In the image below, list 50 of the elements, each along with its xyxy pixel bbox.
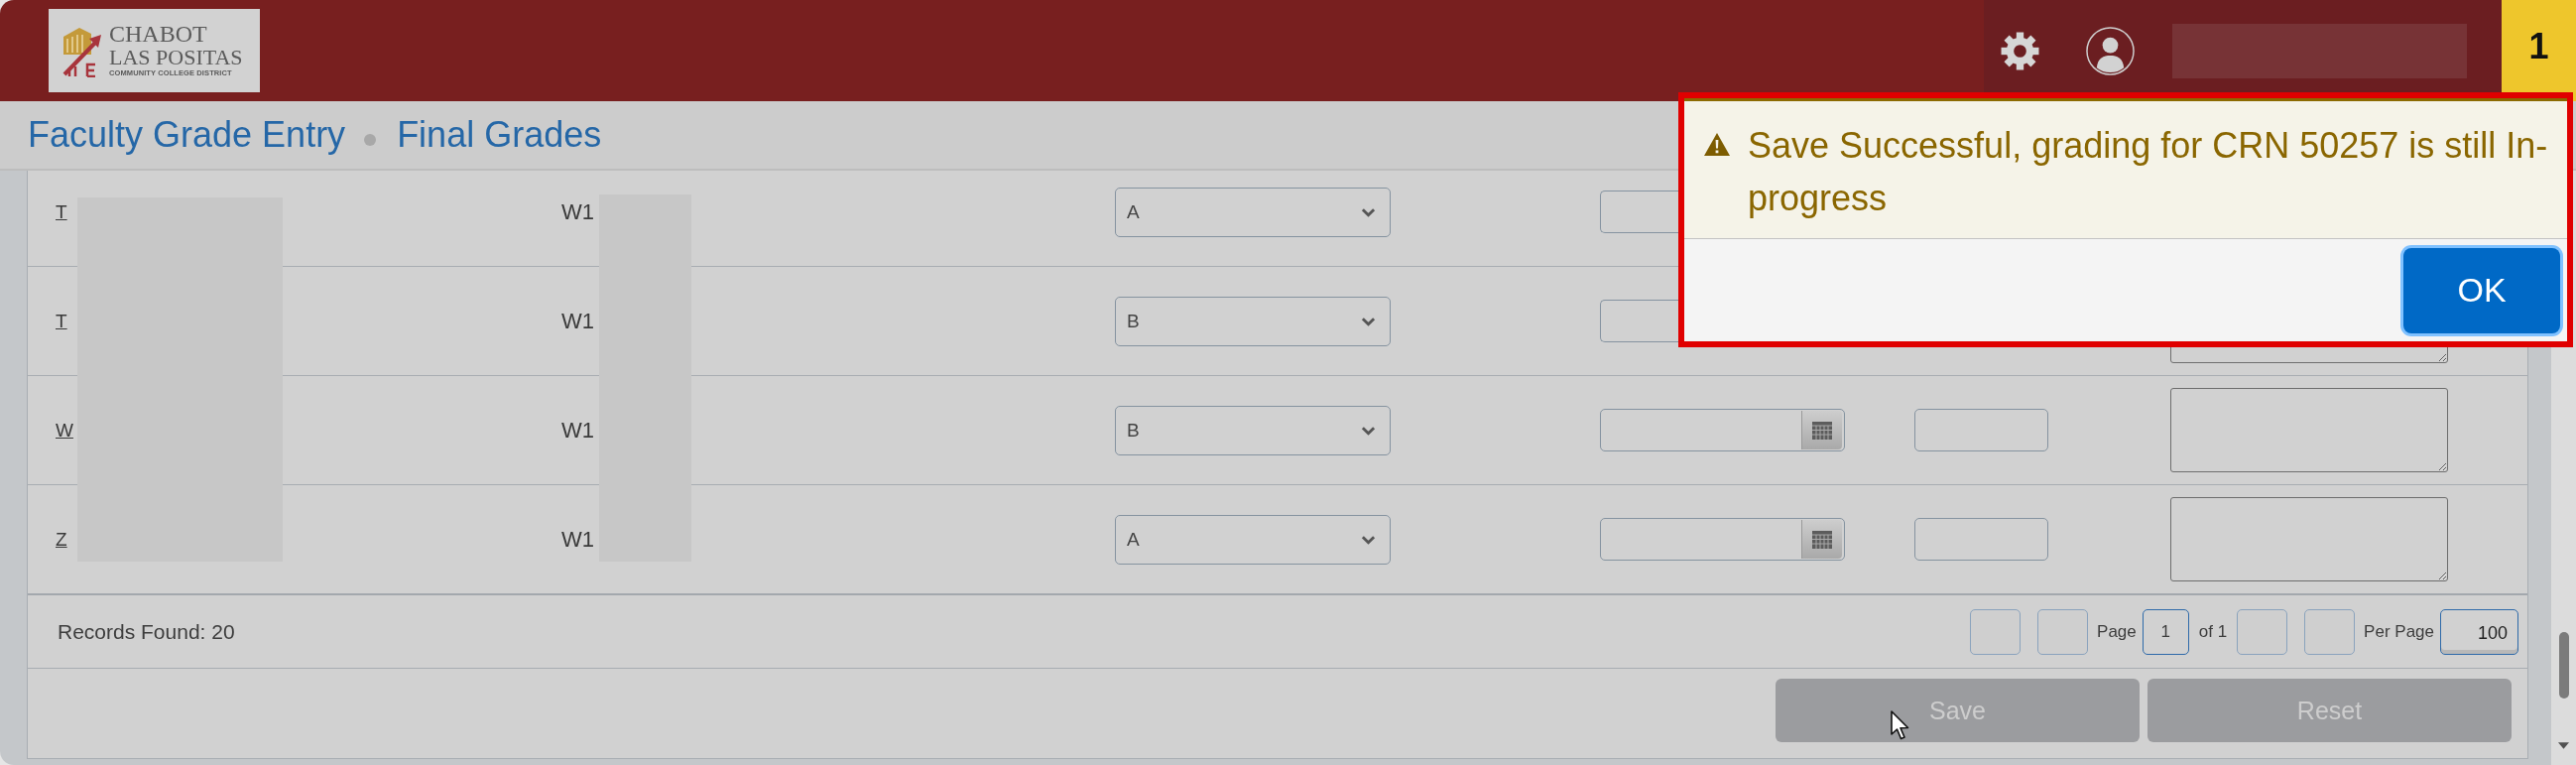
calendar-button[interactable] (1801, 520, 1842, 559)
comment-field[interactable] (2170, 497, 2448, 581)
scroll-down-arrow-icon[interactable] (2558, 742, 2569, 749)
student-id: W1 (561, 198, 594, 225)
grade-dropdown[interactable]: B (1115, 296, 1391, 346)
chevron-down-icon (1361, 425, 1376, 436)
student-name-link[interactable]: Z (56, 528, 67, 551)
page-number-field[interactable]: 1 (2142, 608, 2189, 655)
date-field[interactable] (1600, 409, 1845, 451)
per-page-field[interactable]: 100 (2440, 608, 2518, 655)
grade-dropdown[interactable]: A (1115, 187, 1391, 237)
logo-text: LAS POSITAS (109, 46, 243, 68)
chevron-down-icon (1361, 534, 1376, 545)
student-name-link[interactable]: T (56, 200, 67, 223)
notification-badge[interactable]: 1 (2502, 0, 2576, 101)
grade-dropdown[interactable]: A (1115, 514, 1391, 565)
records-count: Records Found: 20 (58, 619, 235, 644)
logo-text: CHABOT (109, 23, 208, 46)
page-label: Page (2097, 621, 2137, 642)
page-button[interactable] (2037, 608, 2089, 655)
calendar-button[interactable] (1801, 411, 1842, 449)
page-button[interactable] (2304, 608, 2356, 655)
breadcrumb-link[interactable]: Final Grades (397, 114, 602, 156)
separator-dot-icon (364, 134, 377, 146)
text-field[interactable] (1914, 409, 2048, 451)
comment-field[interactable] (2170, 388, 2448, 472)
mouse-cursor-icon (1891, 710, 1910, 740)
page-button[interactable] (1970, 608, 2022, 655)
warning-icon (1704, 133, 1730, 156)
student-id: W1 (561, 417, 594, 444)
student-id: W1 (561, 308, 594, 334)
breadcrumb-link[interactable]: Faculty Grade Entry (28, 114, 346, 156)
chevron-down-icon (1361, 316, 1376, 326)
ok-button[interactable]: OK (2403, 247, 2560, 333)
text-field[interactable] (1914, 518, 2048, 561)
date-field[interactable] (1600, 518, 1845, 561)
settings-icon[interactable] (2001, 31, 2039, 70)
student-id: W1 (561, 526, 594, 553)
notification-message: Save Successful, grading for CRN 50257 is still In-progress (1748, 124, 2549, 220)
chevron-down-icon (1361, 206, 1376, 217)
calendar-icon (1812, 530, 1832, 549)
calendar-icon (1812, 421, 1832, 440)
page-button[interactable] (2237, 608, 2288, 655)
per-page-label: Per Page (2364, 621, 2434, 642)
student-name-link[interactable]: W (56, 419, 73, 442)
user-avatar-icon[interactable] (2086, 26, 2135, 75)
student-name-link[interactable]: T (56, 310, 67, 332)
grade-dropdown[interactable]: B (1115, 405, 1391, 455)
page-count-label: of 1 (2198, 621, 2228, 642)
scrollbar-thumb[interactable] (2559, 632, 2569, 699)
